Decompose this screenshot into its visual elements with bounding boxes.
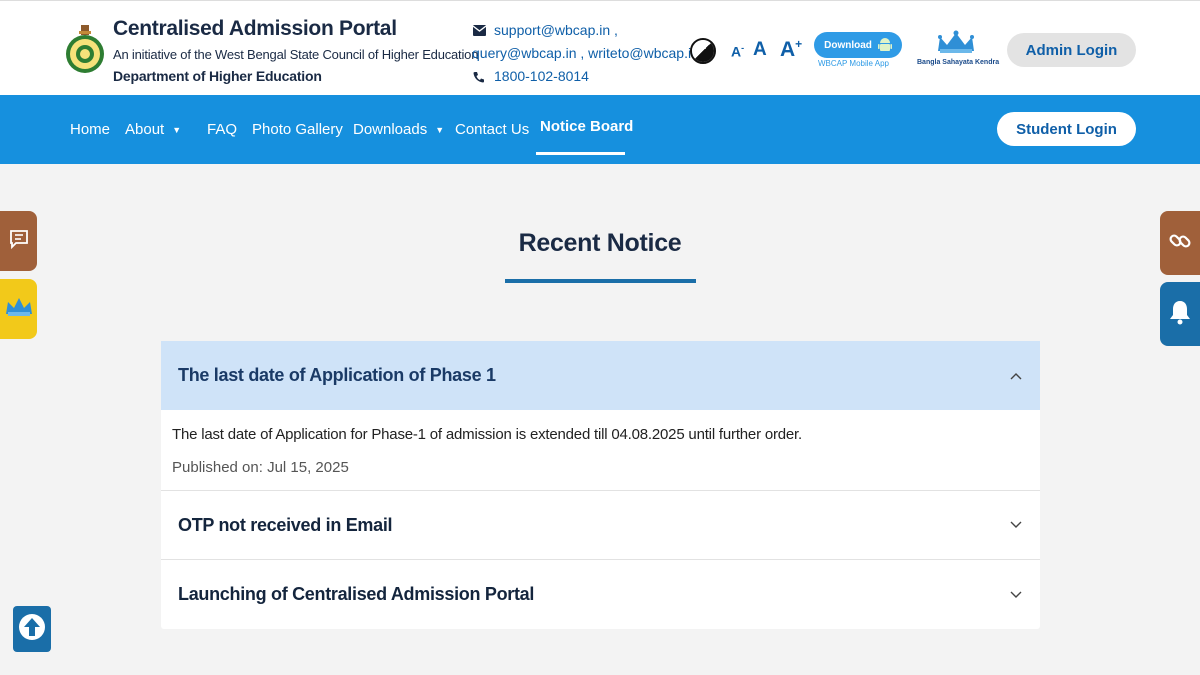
font-decrease-button[interactable]: A-: [731, 43, 744, 60]
chevron-down-icon: [1010, 588, 1022, 602]
brand-department: Department of Higher Education: [113, 68, 322, 84]
brand-subtitle: An initiative of the West Bengal State C…: [113, 47, 479, 62]
notice-body: The last date of Application for Phase-1…: [161, 410, 1040, 491]
font-increase-button[interactable]: A+: [780, 37, 802, 62]
top-header: Centralised Admission Portal An initiati…: [0, 0, 1200, 95]
notice-header-otp[interactable]: OTP not received in Email: [161, 491, 1040, 560]
bsk-tab-icon: [4, 296, 34, 323]
nav-home[interactable]: Home: [70, 121, 110, 138]
caret-down-icon: ▼: [172, 124, 182, 135]
bsk-caption: Bangla Sahayata Kendra: [917, 59, 1000, 66]
notice-title: OTP not received in Email: [178, 514, 393, 535]
helpline-number[interactable]: 1800-102-8014: [494, 65, 589, 88]
logo-emblem[interactable]: [64, 21, 106, 79]
title-underline: [505, 279, 696, 283]
notifications-tab[interactable]: [1160, 282, 1200, 346]
contact-info: support@wbcap.in , query@wbcap.in , writ…: [472, 19, 699, 88]
support-email-link[interactable]: support@wbcap.in ,: [494, 19, 618, 42]
chevron-down-icon: [1010, 518, 1022, 532]
android-icon: [877, 37, 892, 53]
brand-title: Centralised Admission Portal: [113, 17, 397, 40]
nav-faq[interactable]: FAQ: [207, 121, 237, 138]
admin-login-button[interactable]: Admin Login: [1007, 33, 1136, 67]
scroll-to-top-button[interactable]: [13, 606, 51, 652]
notice-body-text: The last date of Application for Phase-1…: [172, 426, 802, 443]
notice-title: Launching of Centralised Admission Porta…: [178, 584, 535, 604]
mail-icon: [472, 24, 486, 38]
phone-icon: [472, 70, 486, 84]
bsk-side-tab[interactable]: [0, 279, 37, 339]
notice-header-launch[interactable]: Launching of Centralised Admission Porta…: [161, 560, 1040, 629]
bell-icon: [1169, 299, 1191, 330]
notice-header-phase1[interactable]: The last date of Application of Phase 1: [161, 341, 1040, 410]
chevron-up-icon: [1010, 369, 1022, 383]
query-email-link[interactable]: query@wbcap.in , writeto@wbcap.in: [472, 42, 699, 65]
active-nav-indicator: [536, 152, 625, 155]
nav-contact-us[interactable]: Contact Us: [455, 121, 529, 138]
notice-published-date: Published on: Jul 15, 2025: [172, 459, 349, 476]
section-title: Recent Notice: [518, 229, 682, 257]
notice-accordion: The last date of Application of Phase 1 …: [161, 341, 1040, 629]
nav-downloads[interactable]: Downloads ▼: [353, 121, 444, 138]
font-reset-button[interactable]: A: [753, 39, 767, 61]
caret-down-icon: ▼: [435, 124, 445, 135]
nav-photo-gallery[interactable]: Photo Gallery: [252, 121, 343, 138]
contrast-icon[interactable]: [690, 38, 716, 64]
nav-notice-board[interactable]: Notice Board: [540, 118, 633, 135]
notice-title: The last date of Application of Phase 1: [178, 365, 496, 385]
student-login-button[interactable]: Student Login: [997, 112, 1136, 146]
download-app-label: Download: [824, 39, 872, 51]
nav-about[interactable]: About ▼: [125, 121, 181, 138]
download-app-caption: WBCAP Mobile App: [818, 59, 889, 68]
arrow-up-icon: [18, 612, 46, 647]
download-app-button[interactable]: Download: [814, 32, 902, 58]
